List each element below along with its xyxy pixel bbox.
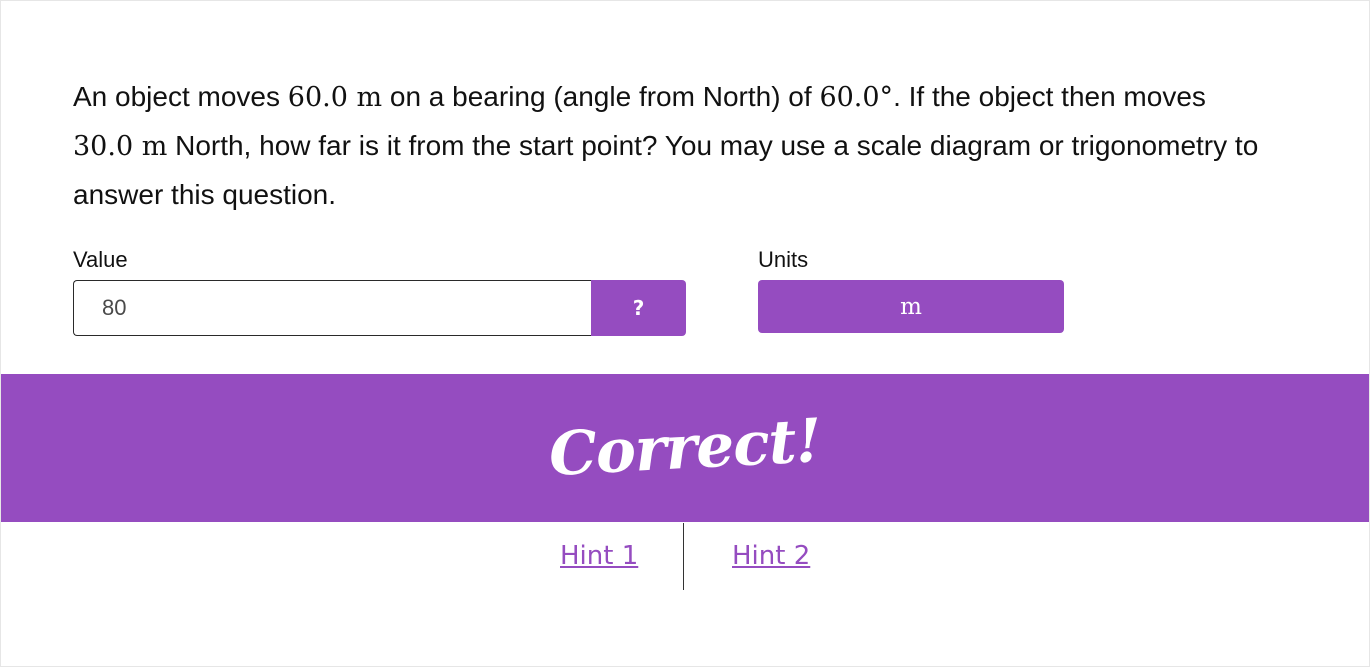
help-question-icon: ? xyxy=(632,296,645,320)
bearing-math: 60.0° xyxy=(819,82,894,113)
units-label: Units xyxy=(758,247,809,272)
units-value: m xyxy=(900,293,922,320)
distance-2-math: 30.0 m xyxy=(73,131,168,162)
question-part-3: . If the object then moves xyxy=(893,81,1206,112)
feedback-banner: Correct! xyxy=(1,374,1369,522)
hint-2-link[interactable]: Hint 2 xyxy=(732,541,810,571)
value-label: Value xyxy=(73,247,128,272)
value-input-box xyxy=(73,280,591,336)
value-input[interactable] xyxy=(102,281,572,335)
distance-1-math: 60.0 m xyxy=(287,82,383,113)
feedback-text: Correct! xyxy=(547,405,823,491)
units-selector[interactable]: m xyxy=(758,280,1064,333)
question-text: An object moves 60.0 m on a bearing (ang… xyxy=(73,73,1293,219)
hint-1-link[interactable]: Hint 1 xyxy=(560,541,638,571)
hints-bar: Hint 1 Hint 2 xyxy=(1,523,1369,590)
help-button[interactable]: ? xyxy=(591,280,686,336)
question-frame: An object moves 60.0 m on a bearing (ang… xyxy=(0,0,1370,667)
hint-divider xyxy=(683,523,684,590)
question-part-1: An object moves xyxy=(73,81,288,112)
question-part-2: on a bearing (angle from North) of xyxy=(382,81,820,112)
question-part-4: North, how far is it from the start poin… xyxy=(73,130,1259,210)
